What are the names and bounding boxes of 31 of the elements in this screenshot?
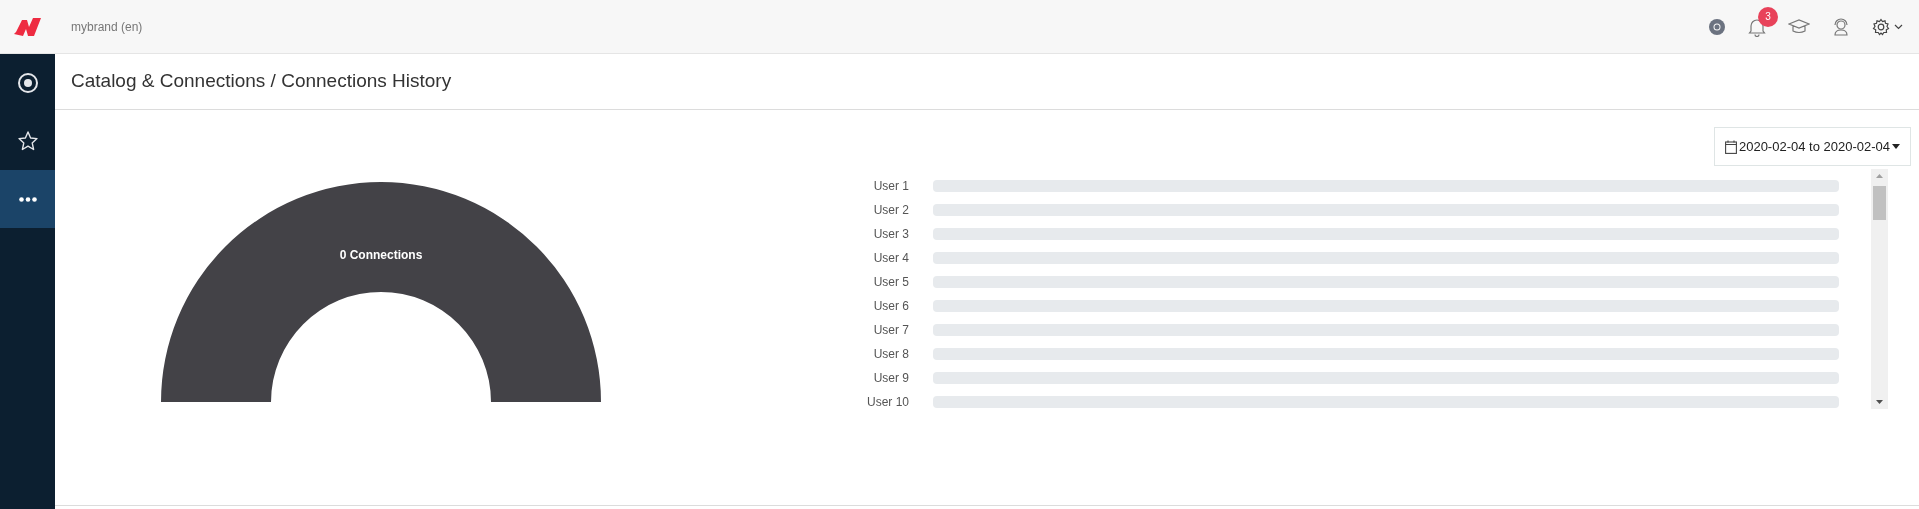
logo-icon[interactable] <box>13 15 42 38</box>
user-label: User 4 <box>872 250 909 267</box>
bell-icon[interactable] <box>1748 16 1766 37</box>
graduation-cap-icon[interactable] <box>1788 18 1810 35</box>
user-label: User 5 <box>872 274 909 291</box>
chevron-down-icon[interactable] <box>1894 23 1903 30</box>
page-title: Catalog & Connections / Connections History <box>71 69 452 94</box>
star-icon <box>16 130 39 152</box>
support-agent-icon[interactable] <box>1832 17 1850 36</box>
user-label: User 6 <box>872 298 909 315</box>
user-label: User 7 <box>872 322 909 339</box>
notification-badge: 3 <box>1758 6 1778 27</box>
more-icon <box>18 196 37 202</box>
user-label: User 3 <box>872 226 909 243</box>
brand-name: mybrand (en) <box>71 18 143 36</box>
date-range-picker[interactable]: 2020-02-04 to 2020-02-04 <box>1713 127 1911 166</box>
browser-logo-icon[interactable] <box>1708 17 1726 36</box>
scroll-up-icon[interactable] <box>1876 174 1883 178</box>
user-label: User 1 <box>872 178 909 195</box>
calendar-icon <box>1724 139 1737 154</box>
scrollbar-thumb[interactable] <box>1873 186 1886 220</box>
caret-icon <box>1892 144 1900 149</box>
scroll-down-icon[interactable] <box>1876 400 1883 404</box>
user-label: User 2 <box>872 202 909 219</box>
user-label: User 10 <box>865 394 909 411</box>
user-label: User 8 <box>872 346 909 363</box>
target-icon <box>16 72 39 94</box>
settings-icon[interactable] <box>1872 17 1890 36</box>
gauge-label: 0 Connections <box>339 247 423 264</box>
scrollbar[interactable] <box>1871 169 1888 409</box>
user-label: User 9 <box>872 370 909 387</box>
